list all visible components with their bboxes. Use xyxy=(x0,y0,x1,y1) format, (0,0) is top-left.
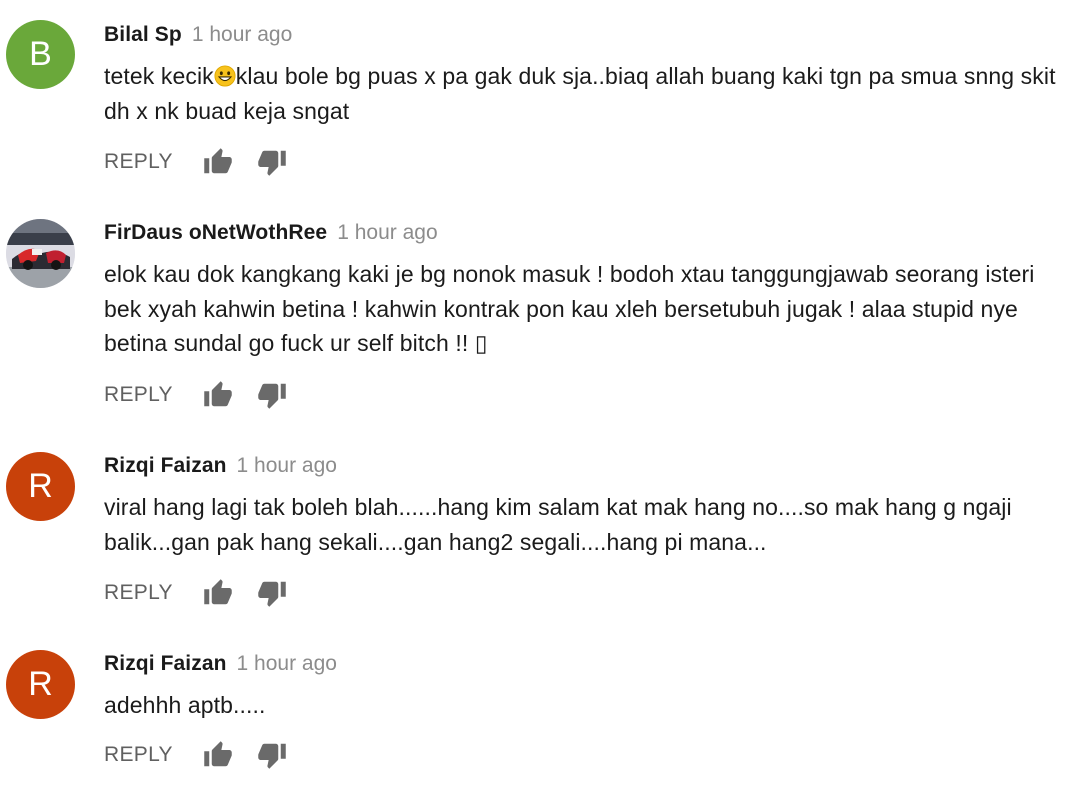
comment-actions: REPLY xyxy=(104,578,287,608)
comment-actions: REPLY xyxy=(104,740,287,770)
grinning-emoji-icon xyxy=(214,65,236,87)
comment-actions: REPLY xyxy=(104,380,287,410)
thumb-up-icon[interactable] xyxy=(203,740,233,770)
comment-header: Rizqi Faizan 1 hour ago xyxy=(104,651,337,677)
avatar[interactable]: B xyxy=(6,20,75,89)
thumb-down-icon[interactable] xyxy=(257,380,287,410)
timestamp[interactable]: 1 hour ago xyxy=(237,652,337,675)
avatar-photo xyxy=(6,219,75,288)
author-name[interactable]: Bilal Sp xyxy=(104,23,182,46)
comment-text: tetek kecik klau bole bg puas x pa gak du… xyxy=(104,59,1064,128)
avatar[interactable]: R xyxy=(6,650,75,719)
reply-button[interactable]: REPLY xyxy=(104,383,173,407)
comment-text: elok kau dok kangkang kaki je bg nonok m… xyxy=(104,261,1035,356)
timestamp[interactable]: 1 hour ago xyxy=(237,454,337,477)
comment-text-part: tetek kecik xyxy=(104,63,214,89)
avatar[interactable]: R xyxy=(6,452,75,521)
comment-header: FirDaus oNetWothRee 1 hour ago xyxy=(104,220,438,246)
thumb-down-icon[interactable] xyxy=(257,147,287,177)
avatar[interactable] xyxy=(6,219,75,288)
reply-button[interactable]: REPLY xyxy=(104,581,173,605)
comment-actions: REPLY xyxy=(104,147,287,177)
thumb-up-icon[interactable] xyxy=(203,147,233,177)
reply-button[interactable]: REPLY xyxy=(104,150,173,174)
author-name[interactable]: FirDaus oNetWothRee xyxy=(104,221,327,244)
comment-header: Rizqi Faizan 1 hour ago xyxy=(104,453,337,479)
comment-text-part: klau bole bg puas x pa gak duk sja..biaq… xyxy=(104,63,1056,124)
thumb-down-icon[interactable] xyxy=(257,578,287,608)
timestamp[interactable]: 1 hour ago xyxy=(192,23,292,46)
author-name[interactable]: Rizqi Faizan xyxy=(104,454,227,477)
author-name[interactable]: Rizqi Faizan xyxy=(104,652,227,675)
comment-header: Bilal Sp 1 hour ago xyxy=(104,22,292,48)
thumb-down-icon[interactable] xyxy=(257,740,287,770)
comment-text: viral hang lagi tak boleh blah......hang… xyxy=(104,494,1012,555)
timestamp[interactable]: 1 hour ago xyxy=(337,221,437,244)
thumb-up-icon[interactable] xyxy=(203,380,233,410)
reply-button[interactable]: REPLY xyxy=(104,743,173,767)
thumb-up-icon[interactable] xyxy=(203,578,233,608)
comment-text: adehhh aptb..... xyxy=(104,692,266,718)
